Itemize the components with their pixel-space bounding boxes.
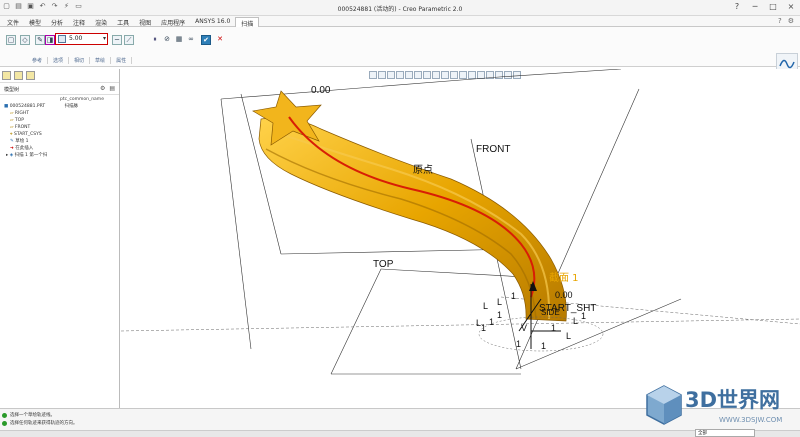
tree-item-insert-here[interactable]: ➜ 在此插入 bbox=[4, 145, 115, 152]
tab-properties-a[interactable]: 草绘 bbox=[90, 57, 112, 64]
title-bar: ▢ ▤ ▣ ↶ ↷ ⚡ ▭ 000524881 (活动的) - Creo Par… bbox=[0, 0, 800, 16]
section-label[interactable]: 截面 1 bbox=[549, 271, 579, 284]
sketch-icon[interactable]: ✎ bbox=[35, 35, 45, 45]
swept-body[interactable] bbox=[258, 117, 567, 322]
graphics-viewport[interactable]: 0.00 FRONT 原点 TOP 截面 1 0.00 START_SHT SI… bbox=[121, 69, 800, 408]
model-canvas: 0.00 FRONT 原点 TOP 截面 1 0.00 START_SHT SI… bbox=[121, 69, 800, 375]
folder-browser-icon[interactable] bbox=[14, 71, 23, 80]
tree-show-icon[interactable]: ▤ bbox=[109, 85, 115, 92]
model-tree-panel: 模型树 ⚙ ▤ ptc_common_name ■ 000524881.PRT … bbox=[0, 69, 120, 408]
constraint-1[interactable]: 1 bbox=[581, 311, 586, 321]
tree-item-right[interactable]: ▱ RIGHT bbox=[4, 110, 115, 117]
tab-properties[interactable]: 属性 bbox=[111, 57, 133, 64]
depth-value: 5.00 bbox=[69, 35, 83, 42]
dimension-top[interactable]: 0.00 bbox=[311, 85, 331, 96]
tree-item-sweep[interactable]: ▸ ◈ 扫描 1 第一个扫 bbox=[4, 152, 115, 159]
selection-filter[interactable]: 全部 bbox=[695, 429, 755, 437]
pause-icon[interactable]: ⏸ bbox=[150, 35, 160, 45]
tree-item-top[interactable]: ▱ TOP bbox=[4, 117, 115, 124]
preview-icon[interactable]: ▦ bbox=[174, 35, 184, 45]
constraint-l[interactable]: L bbox=[566, 331, 571, 341]
close-button[interactable]: × bbox=[786, 2, 796, 11]
front-plane-label[interactable]: FRONT bbox=[476, 144, 510, 155]
tree-item-front[interactable]: ▱ FRONT bbox=[4, 124, 115, 131]
favorites-icon[interactable] bbox=[26, 71, 35, 80]
tree-item-sketch[interactable]: ✎ 草绘 1 bbox=[4, 138, 115, 145]
horizon-line bbox=[121, 318, 800, 332]
tree-item-start-csys[interactable]: ⌖ START_CSYS bbox=[4, 131, 115, 138]
depth-input[interactable]: 5.00 ▾ bbox=[55, 33, 108, 45]
tab-options[interactable]: 选项 bbox=[48, 57, 70, 64]
tab-references[interactable]: 参考 bbox=[0, 57, 49, 64]
tree-column-header: ptc_common_name bbox=[60, 97, 104, 102]
variable-section-icon[interactable]: ⟋ bbox=[124, 35, 134, 45]
constraint-1[interactable]: 1 bbox=[541, 341, 546, 351]
constraint-l[interactable]: L bbox=[573, 316, 578, 326]
constraint-l[interactable]: L bbox=[483, 301, 488, 311]
menu-bar: 文件 模型 分析 注释 渲染 工具 视图 应用程序 ANSYS 16.0 扫描 … bbox=[0, 16, 800, 29]
constraint-1[interactable]: 1 bbox=[497, 310, 502, 320]
constraint-1[interactable]: 1 bbox=[481, 323, 486, 333]
constraint-1[interactable]: 1 bbox=[516, 339, 521, 349]
solid-icon[interactable]: ▢ bbox=[6, 35, 16, 45]
depth-icon bbox=[58, 35, 66, 43]
ok-button[interactable]: ✔ bbox=[201, 35, 211, 45]
minimize-button[interactable]: ─ bbox=[750, 2, 760, 11]
cube-logo-icon bbox=[646, 385, 682, 425]
tree-item-part[interactable]: ■ 000524881.PRT 扫描脉 bbox=[4, 103, 115, 110]
cancel-button[interactable]: ✕ bbox=[215, 35, 225, 45]
message-line-1: 选择一个草绘轨迹线。 bbox=[2, 412, 55, 418]
constraint-1[interactable]: 1 bbox=[511, 291, 516, 301]
settings-icon[interactable]: ⚙ bbox=[788, 17, 794, 25]
tree-list: ■ 000524881.PRT 扫描脉 ▱ RIGHT ▱ TOP ▱ FRON… bbox=[0, 102, 119, 160]
tab-tangency[interactable]: 相切 bbox=[69, 57, 91, 64]
thicken-icon[interactable]: ─ bbox=[112, 35, 122, 45]
model-tree-tab-icon[interactable] bbox=[2, 71, 11, 80]
window-title: 000524881 (活动的) - Creo Parametric 2.0 bbox=[337, 6, 463, 13]
ribbon: ▢ ◇ ✎ ◨ 5.00 ▾ ─ ⟋ ⏸ ⊘ ▦ ∞ ✔ ✕ 参考 选项 相切 … bbox=[0, 27, 800, 91]
message-icon bbox=[2, 420, 7, 426]
constraint-l[interactable]: L bbox=[497, 297, 502, 307]
surface-icon[interactable]: ◇ bbox=[20, 35, 30, 45]
dimension-section[interactable]: 0.00 bbox=[555, 290, 573, 300]
model-tree-title: 模型树 bbox=[4, 87, 20, 93]
side-label[interactable]: SIDE bbox=[541, 308, 560, 317]
message-line-2: 选择任何轨迹来获得轨迹的方向。 bbox=[2, 420, 78, 426]
message-icon bbox=[2, 412, 7, 418]
origin-label[interactable]: 原点 bbox=[413, 164, 433, 176]
constraint-1[interactable]: 1 bbox=[551, 323, 556, 333]
maximize-button[interactable]: □ bbox=[768, 2, 778, 11]
top-plane-label[interactable]: TOP bbox=[373, 259, 394, 270]
vertical-constraint-label[interactable]: V bbox=[521, 323, 527, 333]
ribbon-tabs: 参考 选项 相切 草绘 属性 bbox=[0, 57, 133, 64]
chevron-down-icon[interactable]: ▾ bbox=[103, 35, 106, 42]
help-button[interactable]: ? bbox=[732, 2, 742, 11]
help-icon[interactable]: ? bbox=[778, 17, 782, 25]
status-strip bbox=[0, 430, 800, 437]
remove-material-icon[interactable]: ◨ bbox=[45, 35, 55, 45]
watermark: 3D世界网 WWW.3DSJW.COM bbox=[645, 382, 797, 430]
constraint-1[interactable]: 1 bbox=[489, 317, 494, 327]
watermark-url: WWW.3DSJW.COM bbox=[719, 416, 783, 424]
model-tree-header: 模型树 ⚙ ▤ bbox=[0, 83, 119, 95]
verify-icon[interactable]: ∞ bbox=[186, 35, 196, 45]
tree-settings-icon[interactable]: ⚙ bbox=[100, 85, 105, 92]
watermark-title: 3D世界网 bbox=[685, 388, 781, 412]
no-preview-icon[interactable]: ⊘ bbox=[162, 35, 172, 45]
